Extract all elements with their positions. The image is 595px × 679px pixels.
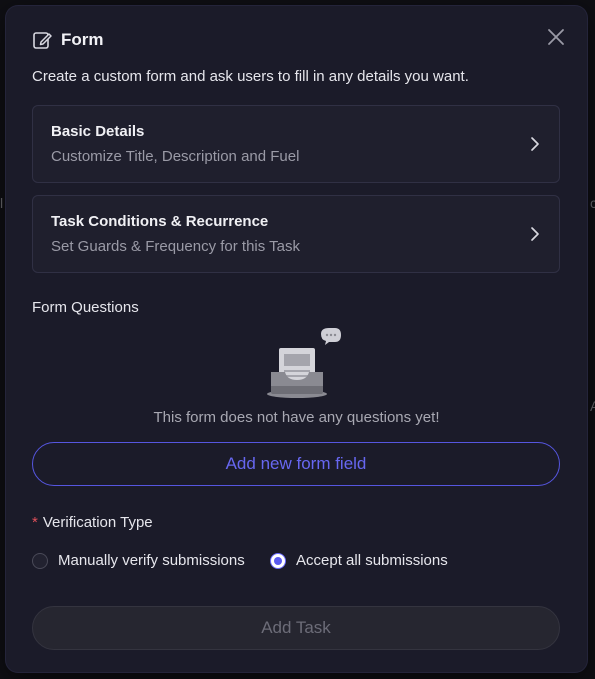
radio-accept-all[interactable]: Accept all submissions — [270, 552, 448, 569]
radio-label: Accept all submissions — [296, 552, 448, 569]
chevron-right-icon — [531, 227, 539, 241]
background-fragment: l — [0, 195, 4, 211]
task-conditions-card[interactable]: Task Conditions & Recurrence Set Guards … — [32, 195, 560, 273]
radio-button-selected[interactable] — [270, 552, 286, 569]
add-form-field-button[interactable]: Add new form field — [32, 442, 560, 486]
empty-inbox-illustration-icon — [267, 328, 341, 398]
verification-type-label: * Verification Type — [32, 514, 153, 531]
chevron-right-icon — [531, 137, 539, 151]
empty-state-text: This form does not have any questions ye… — [153, 409, 440, 426]
radio-label: Manually verify submissions — [58, 552, 245, 569]
card-subtitle: Set Guards & Frequency for this Task — [51, 238, 301, 255]
modal-title: Form — [61, 30, 104, 49]
form-modal: Form Create a custom form and ask users … — [6, 6, 587, 672]
verification-label-text: Verification Type — [42, 514, 153, 531]
card-title: Basic Details — [51, 123, 145, 140]
modal-header: Form — [32, 30, 104, 50]
background-fragment: c — [590, 195, 595, 211]
background-fragment: A — [590, 398, 595, 414]
add-task-button[interactable]: Add Task — [32, 606, 560, 650]
form-questions-label: Form Questions — [32, 299, 139, 316]
close-icon[interactable] — [547, 28, 565, 46]
basic-details-card[interactable]: Basic Details Customize Title, Descripti… — [32, 105, 560, 183]
edit-form-icon — [33, 32, 52, 49]
required-indicator: * — [32, 514, 38, 531]
radio-manual-verify[interactable]: Manually verify submissions — [32, 552, 245, 569]
modal-subtitle: Create a custom form and ask users to fi… — [32, 68, 469, 85]
card-subtitle: Customize Title, Description and Fuel — [51, 148, 300, 165]
radio-button[interactable] — [32, 552, 48, 569]
card-title: Task Conditions & Recurrence — [51, 213, 269, 230]
